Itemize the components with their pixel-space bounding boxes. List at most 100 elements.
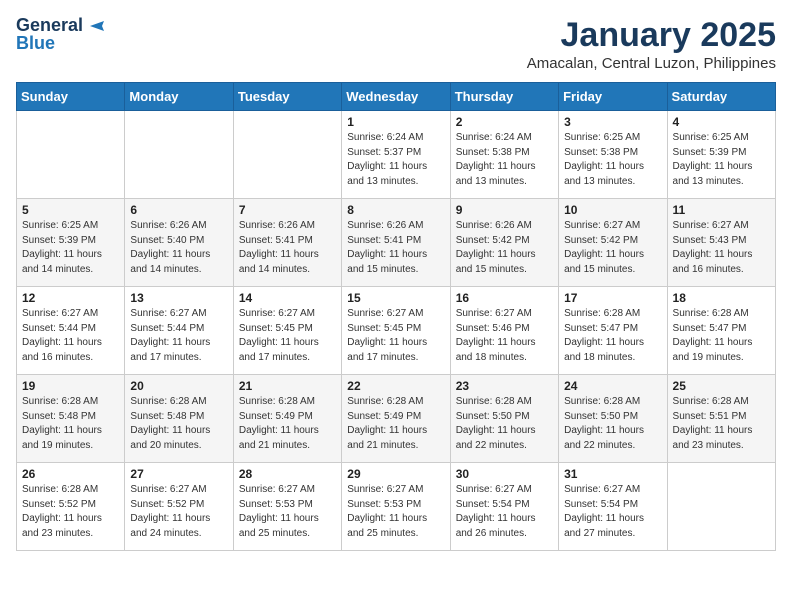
- day-number: 14: [239, 291, 336, 305]
- day-number: 3: [564, 115, 661, 129]
- day-info: Sunrise: 6:25 AM Sunset: 5:38 PM Dayligh…: [564, 131, 661, 189]
- calendar-cell: 11 Sunrise: 6:27 AM Sunset: 5:43 PM Dayli…: [667, 199, 775, 287]
- week-row-4: 19 Sunrise: 6:28 AM Sunset: 5:48 PM Dayli…: [17, 375, 776, 463]
- week-row-5: 26 Sunrise: 6:28 AM Sunset: 5:52 PM Dayli…: [17, 463, 776, 551]
- day-number: 29: [347, 467, 444, 481]
- calendar-cell: 8Sunrise: 6:26 AM Sunset: 5:41 PM Daylig…: [342, 199, 450, 287]
- calendar-cell: [233, 111, 341, 199]
- title-block: January 2025 Amacalan, Central Luzon, Ph…: [527, 16, 776, 72]
- day-info: Sunrise: 6:24 AM Sunset: 5:38 PM Dayligh…: [456, 131, 553, 189]
- day-info: Sunrise: 6:24 AM Sunset: 5:37 PM Dayligh…: [347, 131, 444, 189]
- day-number: 9: [456, 203, 553, 217]
- day-info: Sunrise: 6:27 AM Sunset: 5:45 PM Dayligh…: [239, 307, 336, 365]
- day-info: Sunrise: 6:27 AM Sunset: 5:42 PM Dayligh…: [564, 219, 661, 277]
- calendar-cell: 14 Sunrise: 6:27 AM Sunset: 5:45 PM Dayli…: [233, 287, 341, 375]
- calendar-cell: [125, 111, 233, 199]
- calendar-cell: 4Sunrise: 6:25 AM Sunset: 5:39 PM Daylig…: [667, 111, 775, 199]
- day-number: 12: [22, 291, 119, 305]
- col-header-thursday: Thursday: [450, 83, 558, 111]
- logo: General Blue: [16, 16, 106, 54]
- day-number: 5: [22, 203, 119, 217]
- day-info: Sunrise: 6:28 AM Sunset: 5:51 PM Dayligh…: [673, 395, 770, 453]
- week-row-2: 5 Sunrise: 6:25 AM Sunset: 5:39 PM Daylig…: [17, 199, 776, 287]
- day-info: Sunrise: 6:28 AM Sunset: 5:52 PM Dayligh…: [22, 483, 119, 541]
- calendar-cell: 15 Sunrise: 6:27 AM Sunset: 5:45 PM Dayli…: [342, 287, 450, 375]
- day-info: Sunrise: 6:27 AM Sunset: 5:53 PM Dayligh…: [347, 483, 444, 541]
- day-number: 28: [239, 467, 336, 481]
- calendar-cell: 23 Sunrise: 6:28 AM Sunset: 5:50 PM Dayli…: [450, 375, 558, 463]
- day-info: Sunrise: 6:27 AM Sunset: 5:52 PM Dayligh…: [130, 483, 227, 541]
- day-info: Sunrise: 6:28 AM Sunset: 5:48 PM Dayligh…: [22, 395, 119, 453]
- calendar-cell: 1 Sunrise: 6:24 AM Sunset: 5:37 PM Daylig…: [342, 111, 450, 199]
- calendar-cell: 9 Sunrise: 6:26 AM Sunset: 5:42 PM Daylig…: [450, 199, 558, 287]
- day-info: Sunrise: 6:27 AM Sunset: 5:44 PM Dayligh…: [22, 307, 119, 365]
- day-info: Sunrise: 6:26 AM Sunset: 5:42 PM Dayligh…: [456, 219, 553, 277]
- location: Amacalan, Central Luzon, Philippines: [527, 55, 776, 72]
- day-info: Sunrise: 6:28 AM Sunset: 5:50 PM Dayligh…: [456, 395, 553, 453]
- calendar-cell: 27 Sunrise: 6:27 AM Sunset: 5:52 PM Dayli…: [125, 463, 233, 551]
- day-info: Sunrise: 6:27 AM Sunset: 5:44 PM Dayligh…: [130, 307, 227, 365]
- day-number: 27: [130, 467, 227, 481]
- calendar-cell: 6 Sunrise: 6:26 AM Sunset: 5:40 PM Daylig…: [125, 199, 233, 287]
- day-number: 15: [347, 291, 444, 305]
- calendar-cell: 24Sunrise: 6:28 AM Sunset: 5:50 PM Dayli…: [559, 375, 667, 463]
- day-number: 8: [347, 203, 444, 217]
- col-header-saturday: Saturday: [667, 83, 775, 111]
- calendar-cell: [667, 463, 775, 551]
- calendar-cell: 31Sunrise: 6:27 AM Sunset: 5:54 PM Dayli…: [559, 463, 667, 551]
- day-number: 19: [22, 379, 119, 393]
- calendar-table: SundayMondayTuesdayWednesdayThursdayFrid…: [16, 82, 776, 551]
- day-number: 23: [456, 379, 553, 393]
- calendar-cell: 16 Sunrise: 6:27 AM Sunset: 5:46 PM Dayli…: [450, 287, 558, 375]
- day-info: Sunrise: 6:27 AM Sunset: 5:54 PM Dayligh…: [564, 483, 661, 541]
- calendar-cell: 21 Sunrise: 6:28 AM Sunset: 5:49 PM Dayli…: [233, 375, 341, 463]
- calendar-cell: [17, 111, 125, 199]
- day-number: 21: [239, 379, 336, 393]
- day-number: 26: [22, 467, 119, 481]
- month-title: January 2025: [527, 16, 776, 55]
- calendar-cell: 22Sunrise: 6:28 AM Sunset: 5:49 PM Dayli…: [342, 375, 450, 463]
- calendar-cell: 10 Sunrise: 6:27 AM Sunset: 5:42 PM Dayli…: [559, 199, 667, 287]
- day-info: Sunrise: 6:27 AM Sunset: 5:43 PM Dayligh…: [673, 219, 770, 277]
- day-info: Sunrise: 6:28 AM Sunset: 5:49 PM Dayligh…: [239, 395, 336, 453]
- calendar-cell: 7Sunrise: 6:26 AM Sunset: 5:41 PM Daylig…: [233, 199, 341, 287]
- day-number: 20: [130, 379, 227, 393]
- day-info: Sunrise: 6:26 AM Sunset: 5:41 PM Dayligh…: [239, 219, 336, 277]
- day-info: Sunrise: 6:25 AM Sunset: 5:39 PM Dayligh…: [22, 219, 119, 277]
- day-number: 1: [347, 115, 444, 129]
- col-header-sunday: Sunday: [17, 83, 125, 111]
- day-info: Sunrise: 6:28 AM Sunset: 5:49 PM Dayligh…: [347, 395, 444, 453]
- day-info: Sunrise: 6:27 AM Sunset: 5:46 PM Dayligh…: [456, 307, 553, 365]
- col-header-wednesday: Wednesday: [342, 83, 450, 111]
- calendar-cell: 5 Sunrise: 6:25 AM Sunset: 5:39 PM Daylig…: [17, 199, 125, 287]
- day-info: Sunrise: 6:26 AM Sunset: 5:40 PM Dayligh…: [130, 219, 227, 277]
- calendar-cell: 30Sunrise: 6:27 AM Sunset: 5:54 PM Dayli…: [450, 463, 558, 551]
- day-info: Sunrise: 6:28 AM Sunset: 5:47 PM Dayligh…: [673, 307, 770, 365]
- calendar-cell: 18 Sunrise: 6:28 AM Sunset: 5:47 PM Dayli…: [667, 287, 775, 375]
- day-info: Sunrise: 6:27 AM Sunset: 5:54 PM Dayligh…: [456, 483, 553, 541]
- calendar-cell: 2 Sunrise: 6:24 AM Sunset: 5:38 PM Daylig…: [450, 111, 558, 199]
- day-number: 13: [130, 291, 227, 305]
- calendar-cell: 3 Sunrise: 6:25 AM Sunset: 5:38 PM Daylig…: [559, 111, 667, 199]
- day-number: 2: [456, 115, 553, 129]
- col-header-monday: Monday: [125, 83, 233, 111]
- calendar-cell: 19 Sunrise: 6:28 AM Sunset: 5:48 PM Dayli…: [17, 375, 125, 463]
- day-number: 24: [564, 379, 661, 393]
- page-header: General Blue January 2025 Amacalan, Cent…: [16, 16, 776, 72]
- col-header-friday: Friday: [559, 83, 667, 111]
- day-info: Sunrise: 6:28 AM Sunset: 5:47 PM Dayligh…: [564, 307, 661, 365]
- day-number: 17: [564, 291, 661, 305]
- day-number: 11: [673, 203, 770, 217]
- day-number: 6: [130, 203, 227, 217]
- calendar-cell: 12 Sunrise: 6:27 AM Sunset: 5:44 PM Dayli…: [17, 287, 125, 375]
- calendar-header-row: SundayMondayTuesdayWednesdayThursdayFrid…: [17, 83, 776, 111]
- day-number: 10: [564, 203, 661, 217]
- day-number: 16: [456, 291, 553, 305]
- day-number: 4: [673, 115, 770, 129]
- week-row-1: 1 Sunrise: 6:24 AM Sunset: 5:37 PM Daylig…: [17, 111, 776, 199]
- col-header-tuesday: Tuesday: [233, 83, 341, 111]
- calendar-cell: 26 Sunrise: 6:28 AM Sunset: 5:52 PM Dayli…: [17, 463, 125, 551]
- day-number: 18: [673, 291, 770, 305]
- week-row-3: 12 Sunrise: 6:27 AM Sunset: 5:44 PM Dayli…: [17, 287, 776, 375]
- day-info: Sunrise: 6:27 AM Sunset: 5:45 PM Dayligh…: [347, 307, 444, 365]
